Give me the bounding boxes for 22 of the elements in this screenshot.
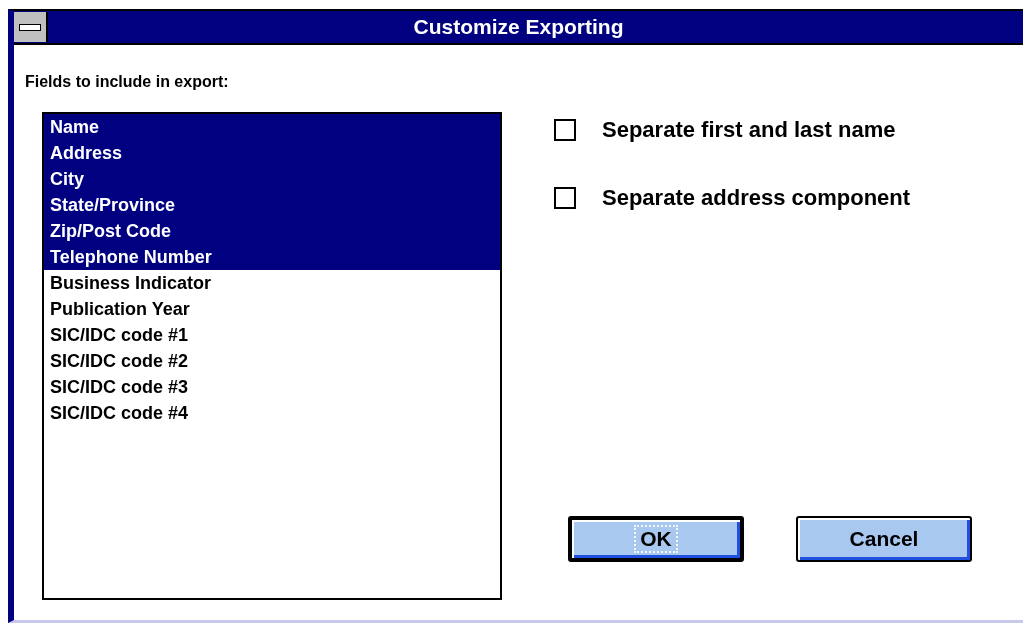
list-item[interactable]: Address — [44, 140, 500, 166]
list-item[interactable]: City — [44, 166, 500, 192]
fields-listbox[interactable]: Name Address City State/Province Zip/Post Code Telephone Number Business Indicator Publication Year SIC/IDC code #1 SIC/IDC code #2 SIC/IDC code #3 SIC/IDC code #4 — [42, 112, 502, 600]
dialog-button[interactable]: OK — [568, 516, 744, 562]
checkbox[interactable] — [554, 119, 576, 141]
checkbox[interactable] — [554, 187, 576, 209]
dialog-button[interactable]: Cancel — [796, 516, 972, 562]
list-item[interactable]: SIC/IDC code #2 — [44, 348, 500, 374]
list-item[interactable]: SIC/IDC code #4 — [44, 400, 500, 426]
window-title: Customize Exporting — [412, 15, 625, 39]
list-item[interactable]: State/Province — [44, 192, 500, 218]
list-item[interactable]: SIC/IDC code #1 — [44, 322, 500, 348]
fields-label: Fields to include in export: — [25, 73, 230, 92]
list-item[interactable]: Name — [44, 114, 500, 140]
list-item[interactable]: Telephone Number — [44, 244, 500, 270]
list-item[interactable]: SIC/IDC code #3 — [44, 374, 500, 400]
system-menu-button[interactable] — [14, 12, 48, 42]
checkbox-label[interactable]: Separate first and last name — [602, 117, 896, 143]
list-item[interactable]: Business Indicator — [44, 270, 500, 296]
list-item[interactable]: Publication Year — [44, 296, 500, 322]
checkbox-label[interactable]: Separate address component — [602, 185, 911, 211]
list-item[interactable]: Zip/Post Code — [44, 218, 500, 244]
